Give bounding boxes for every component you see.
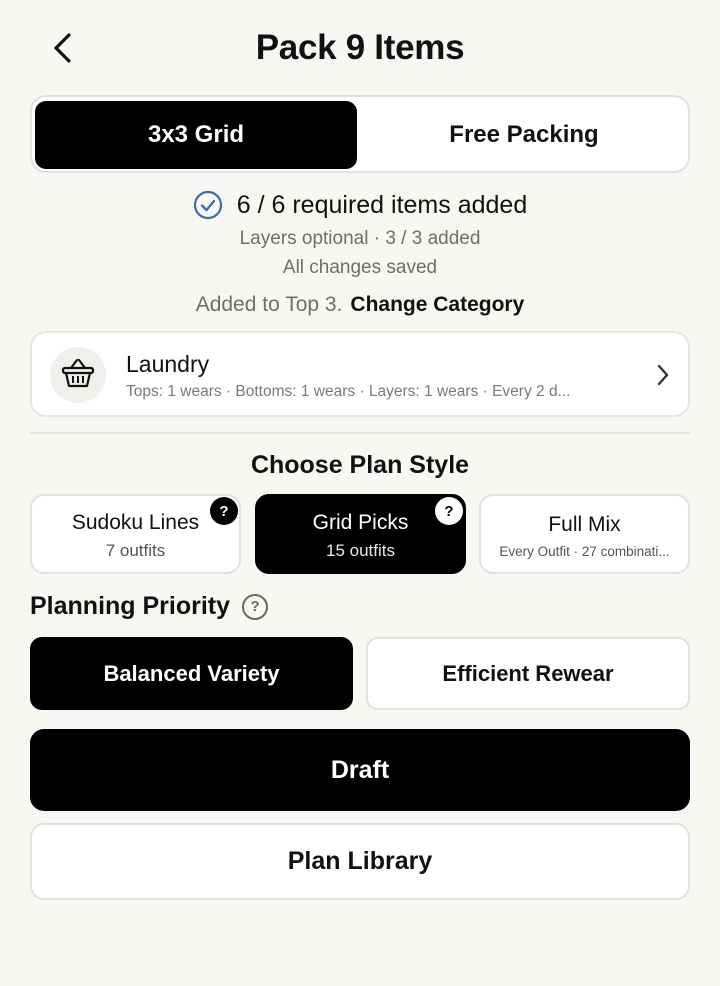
tab-3x3-grid[interactable]: 3x3 Grid	[35, 101, 357, 169]
plan-option-grid-picks[interactable]: Grid Picks 15 outfits ?	[255, 494, 466, 574]
category-card[interactable]: Laundry Tops: 1 wears · Bottoms: 1 wears…	[30, 331, 690, 417]
mode-segmented-control: 3x3 Grid Free Packing	[30, 95, 690, 173]
required-status: 6 / 6 required items added	[0, 190, 720, 220]
draft-button[interactable]: Draft	[30, 729, 690, 811]
required-items-text: 6 / 6 required items added	[236, 190, 528, 219]
header: Pack 9 Items	[0, 0, 720, 96]
plan-option-sub: Every Outfit · 27 combinati...	[499, 544, 670, 559]
plan-option-name: Full Mix	[548, 513, 621, 536]
help-icon[interactable]: ?	[210, 497, 238, 525]
priority-balanced-variety[interactable]: Balanced Variety	[30, 637, 353, 710]
priority-efficient-rewear[interactable]: Efficient Rewear	[366, 637, 690, 710]
plan-library-button[interactable]: Plan Library	[30, 823, 690, 900]
divider	[30, 432, 690, 434]
layers-status: Layers optional · 3 / 3 added	[239, 228, 481, 249]
plan-option-sudoku-lines[interactable]: Sudoku Lines 7 outfits ?	[30, 494, 241, 574]
added-to-text: Added to Top 3.	[195, 293, 343, 316]
planning-priority-title: Planning Priority ?	[30, 592, 269, 621]
planning-priority-label: Planning Priority	[30, 592, 231, 620]
basket-icon	[60, 356, 96, 395]
page-title: Pack 9 Items	[255, 28, 465, 67]
chevron-right-icon	[656, 363, 670, 392]
added-to-line: Added to Top 3. Change Category	[0, 293, 720, 317]
help-circle-icon[interactable]: ?	[242, 593, 269, 620]
plan-option-sub: 15 outfits	[326, 541, 395, 560]
help-icon[interactable]: ?	[435, 497, 463, 525]
pack-screen: Pack 9 Items 3x3 Grid Free Packing 6 / 6…	[0, 0, 720, 986]
plan-style-title: Choose Plan Style	[250, 451, 470, 479]
check-circle-icon	[193, 190, 223, 220]
plan-option-name: Grid Picks	[312, 511, 409, 534]
category-detail: Tops: 1 wears · Bottoms: 1 wears · Layer…	[126, 383, 571, 400]
plan-option-sub: 7 outfits	[105, 541, 166, 560]
change-category-link[interactable]: Change Category	[350, 293, 524, 316]
plan-option-full-mix[interactable]: Full Mix Every Outfit · 27 combinati...	[479, 494, 690, 574]
category-name: Laundry	[126, 351, 210, 377]
plan-option-name: Sudoku Lines	[71, 511, 200, 534]
category-icon-badge	[50, 347, 106, 403]
tab-free-packing[interactable]: Free Packing	[362, 101, 686, 169]
save-status: All changes saved	[282, 257, 438, 278]
